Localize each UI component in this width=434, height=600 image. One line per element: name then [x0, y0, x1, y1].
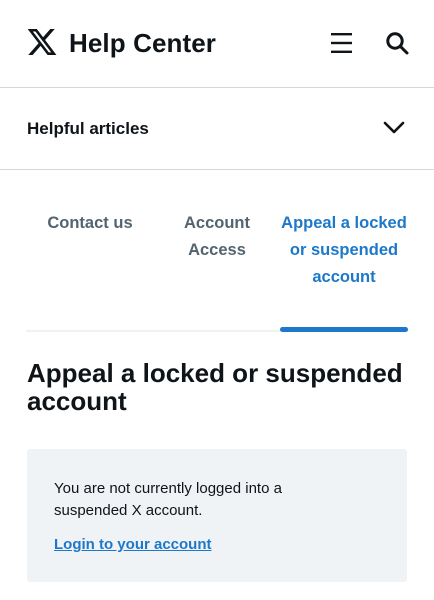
hamburger-menu-icon[interactable] — [328, 29, 356, 57]
site-title[interactable]: Help Center — [69, 26, 216, 60]
page-title: Appeal a locked or suspended account — [27, 358, 403, 416]
login-link[interactable]: Login to your account — [54, 535, 212, 555]
chevron-down-icon[interactable] — [381, 118, 407, 138]
tab-appeal-locked-suspended[interactable]: Appeal a locked or suspended account — [280, 210, 408, 291]
tab-contact-us[interactable]: Contact us — [26, 210, 154, 237]
topic-tabs: Contact us Account Access Appeal a locke… — [26, 170, 408, 334]
x-logo-icon[interactable] — [26, 26, 58, 58]
help-center-page: Help Center Helpful articles Contact us … — [0, 0, 434, 600]
notice-message: You are not currently logged into a susp… — [54, 480, 282, 519]
tab-account-access[interactable]: Account Access — [154, 210, 280, 264]
search-icon[interactable] — [384, 30, 410, 56]
site-header: Help Center — [0, 0, 434, 88]
helpful-articles-label: Helpful articles — [27, 119, 149, 138]
active-tab-indicator — [280, 327, 408, 332]
helpful-articles-accordion[interactable]: Helpful articles — [0, 88, 434, 170]
login-notice-box: You are not currently logged into a susp… — [27, 449, 407, 582]
